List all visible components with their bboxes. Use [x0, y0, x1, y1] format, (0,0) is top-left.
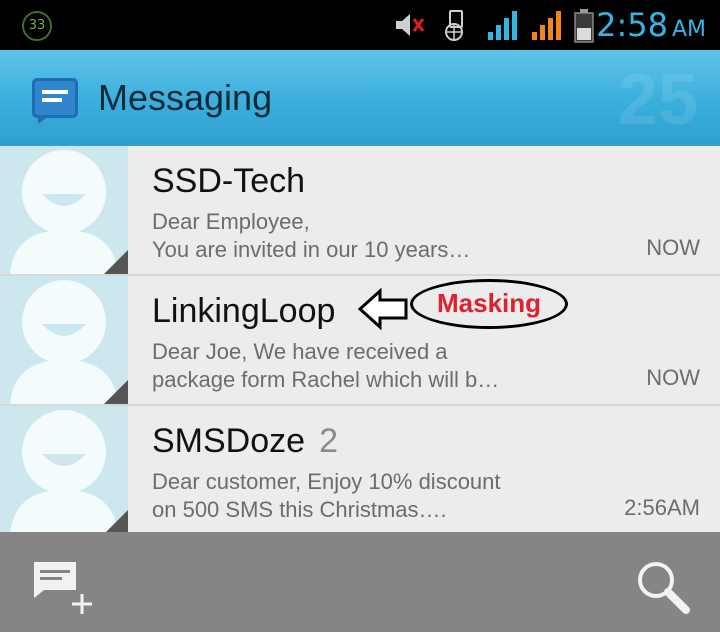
sender-name: LinkingLoop — [152, 292, 336, 330]
preview-line-1: Dear Employee, — [152, 209, 310, 234]
unread-count: 2 — [319, 422, 338, 460]
default-contact-icon — [10, 410, 128, 532]
action-bar: Messaging 25 — [0, 50, 720, 148]
conversation-row-ssd-tech[interactable]: SSD-Tech Dear Employee, You are invited … — [0, 146, 720, 276]
notification-badge: 33 — [22, 11, 52, 41]
message-preview: Dear customer, Enjoy 10% discount on 500… — [152, 468, 552, 524]
status-bar: 33 2:58 AM — [0, 0, 720, 50]
contact-avatar[interactable] — [0, 406, 128, 532]
bottom-action-bar — [0, 532, 720, 632]
annotation-label: Masking — [436, 288, 542, 318]
page-title: Messaging — [98, 77, 273, 118]
message-time: NOW — [646, 235, 700, 260]
new-message-icon[interactable] — [30, 558, 100, 618]
preview-line-1: Dear customer, Enjoy 10% discount — [152, 469, 501, 494]
battery-icon — [574, 9, 594, 43]
sender-name: SSD-Tech — [152, 162, 306, 200]
signal-2-icon — [532, 11, 561, 40]
default-contact-icon — [10, 280, 128, 404]
sender-label: SMSDoze — [152, 422, 306, 460]
sender-name: SMSDoze 2 — [152, 420, 338, 462]
message-time: 2:56AM — [624, 495, 700, 520]
clock-time: 2:58 — [596, 6, 668, 44]
mute-icon — [396, 14, 425, 36]
conversation-list: SSD-Tech Dear Employee, You are invited … — [0, 146, 720, 532]
contact-avatar[interactable] — [0, 276, 128, 404]
contact-avatar[interactable] — [0, 146, 128, 274]
data-icon — [445, 10, 463, 41]
message-preview: Dear Employee, You are invited in our 10… — [152, 208, 552, 264]
clock-ampm: AM — [671, 17, 706, 42]
message-time: NOW — [646, 365, 700, 390]
watermark-count: 25 — [617, 60, 698, 140]
preview-line-2: package form Rachel which will b… — [152, 367, 500, 392]
default-contact-icon — [10, 150, 128, 274]
messaging-app-icon[interactable] — [30, 76, 82, 126]
clock: 2:58 AM — [596, 4, 706, 51]
annotation-arrow-icon — [357, 287, 408, 331]
signal-1-icon — [488, 11, 517, 40]
conversation-row-smsdoze[interactable]: SMSDoze 2 Dear customer, Enjoy 10% discou… — [0, 406, 720, 532]
preview-line-2: on 500 SMS this Christmas…. — [152, 497, 447, 522]
preview-line-2: You are invited in our 10 years… — [152, 237, 471, 262]
preview-line-1: Dear Joe, We have received a — [152, 339, 448, 364]
message-preview: Dear Joe, We have received a package for… — [152, 338, 552, 394]
search-icon[interactable] — [634, 558, 694, 618]
